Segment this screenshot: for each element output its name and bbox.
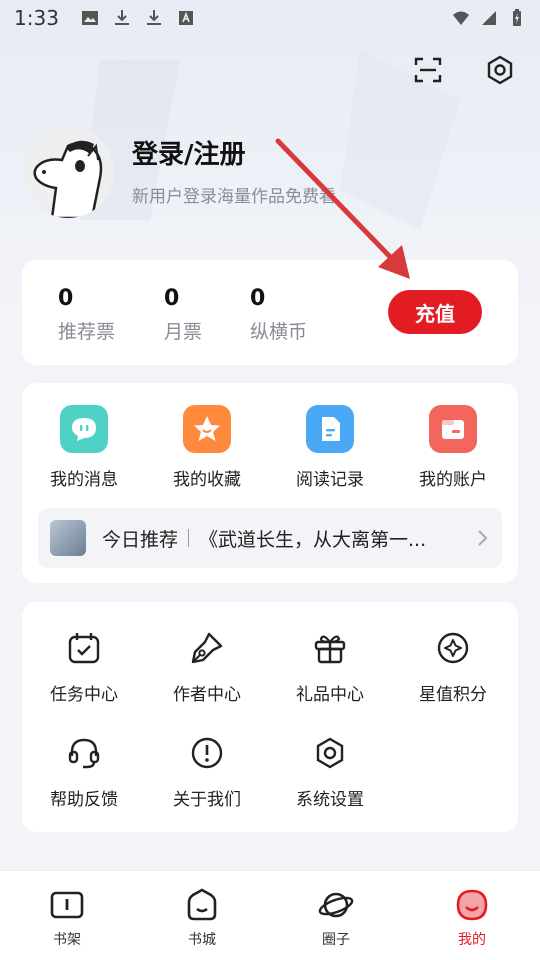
quick-item-reading-history[interactable]: 阅读记录 [275,405,385,490]
nav-bookstore[interactable]: 书城 [162,887,242,949]
stat-label: 纵横币 [250,321,308,343]
stat-value: 0 [58,286,74,311]
stat-monthly-tickets[interactable]: 0 月票 [164,286,202,344]
face-icon [454,887,490,923]
divider [188,529,190,547]
nav-label: 圈子 [322,932,350,948]
nav-circle[interactable]: 圈子 [296,887,376,949]
avatar[interactable] [22,126,114,218]
login-register-title[interactable]: 登录/注册 [132,134,246,171]
service-label: 作者中心 [173,685,241,705]
today-recommendation-bar[interactable]: 今日推荐 《武道长生，从大离第一... [38,508,502,568]
service-label: 帮助反馈 [50,790,118,810]
quick-item-label: 我的收藏 [173,470,241,490]
service-system-settings[interactable]: 系统设置 [275,733,385,810]
info-exclamation-icon [187,733,227,773]
recommendation-book-title: 《武道长生，从大离第一... [199,528,427,551]
stat-coins[interactable]: 0 纵横币 [250,286,307,344]
nav-label: 我的 [458,932,486,948]
bottom-navigation: 书架 书城 圈子 我的 [0,870,540,960]
quick-item-label: 我的消息 [50,470,118,490]
status-time: 1:33 [14,6,59,30]
service-about-us[interactable]: 关于我们 [152,733,262,810]
stat-label: 推荐票 [58,321,116,343]
login-subtitle: 新用户登录海量作品免费看 [132,187,336,207]
download-icon [114,10,129,25]
service-label: 任务中心 [50,685,118,705]
headset-icon [64,733,104,773]
service-star-points[interactable]: 星值积分 [398,628,508,705]
scan-button[interactable] [412,54,444,86]
service-task-center[interactable]: 任务中心 [29,628,139,705]
hexagon-settings-icon [310,733,350,773]
service-author-center[interactable]: 作者中心 [152,628,262,705]
planet-icon [318,887,354,923]
stat-value: 0 [250,286,266,311]
quick-item-label: 我的账户 [419,470,487,490]
document-icon [306,405,354,453]
wifi-icon [453,11,469,25]
chat-bubble-icon [60,405,108,453]
service-label: 系统设置 [296,790,364,810]
services-card: 任务中心 作者中心 礼品中心 星值积分 帮助反馈 关于我们 系统设置 [22,602,518,832]
service-label: 星值积分 [419,685,487,705]
store-icon [184,887,220,923]
service-label: 关于我们 [173,790,241,810]
star-diamond-icon [433,628,473,668]
stat-recommend-tickets[interactable]: 0 推荐票 [58,286,115,344]
book-cover-thumbnail [50,520,86,556]
battery-charging-icon [513,9,521,26]
scan-icon [414,57,442,83]
quick-item-messages[interactable]: 我的消息 [29,405,139,490]
stat-label: 月票 [164,321,203,343]
font-notification-icon [178,11,193,25]
recommendation-title: 今日推荐 [102,528,179,551]
quick-item-label: 阅读记录 [296,470,364,490]
cellular-signal-icon [482,11,496,25]
stats-card: 0 推荐票 0 月票 0 纵横币 充值 [22,260,518,365]
quick-actions-card: 我的消息 我的收藏 阅读记录 我的账户 今日推荐 《武道长生，从大离第一... [22,383,518,583]
nav-label: 书城 [188,932,216,948]
wallet-icon [429,405,477,453]
horse-avatar-icon [22,126,114,218]
quick-item-account[interactable]: 我的账户 [398,405,508,490]
hexagon-settings-icon [487,55,513,85]
service-gift-center[interactable]: 礼品中心 [275,628,385,705]
pen-nib-icon [187,628,227,668]
nav-mine[interactable]: 我的 [432,887,512,949]
chevron-right-icon [478,530,488,546]
book-icon [49,887,85,923]
quick-item-favorites[interactable]: 我的收藏 [152,405,262,490]
top-actions [412,54,516,86]
recharge-button[interactable]: 充值 [388,290,482,334]
service-help-feedback[interactable]: 帮助反馈 [29,733,139,810]
star-face-icon [183,405,231,453]
status-bar: 1:33 [0,0,540,36]
service-label: 礼品中心 [296,685,364,705]
calendar-check-icon [64,628,104,668]
gift-icon [310,628,350,668]
download-icon [146,10,161,25]
nav-bookshelf[interactable]: 书架 [27,887,107,949]
stat-value: 0 [164,286,180,311]
nav-label: 书架 [53,932,81,948]
image-notification-icon [81,11,98,25]
settings-button[interactable] [484,54,516,86]
